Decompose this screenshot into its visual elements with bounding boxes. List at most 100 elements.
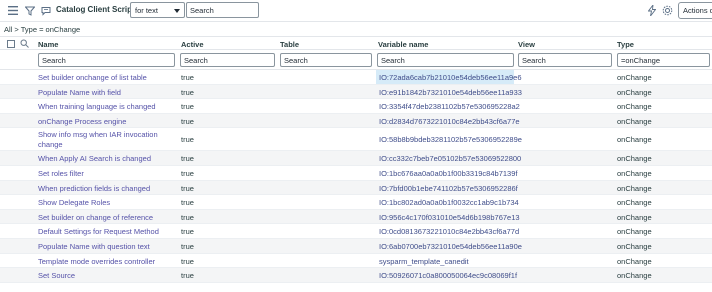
row-variable-name[interactable]: IO:d2834d7673221010c84e2bb43cf6a77e (376, 117, 523, 126)
type-filter-input[interactable]: =onChange (617, 53, 710, 67)
row-active-value: true (181, 241, 194, 251)
table-row: Set builder on change of reference true … (0, 209, 712, 225)
row-name-link[interactable]: When training language is changed (38, 102, 156, 111)
list-search-input[interactable]: Search (186, 2, 259, 18)
row-name-link[interactable]: Template mode overrides controller (38, 257, 155, 266)
column-header-table[interactable]: Table (280, 40, 299, 49)
gear-icon[interactable] (661, 4, 674, 17)
row-type-value: onChange (617, 241, 652, 251)
table-row: Populate Name with field true IO:e91b184… (0, 84, 712, 100)
column-header-name[interactable]: Name (38, 40, 58, 49)
row-name-link[interactable]: Populate Name with field (38, 88, 121, 97)
column-header-type[interactable]: Type (617, 40, 634, 49)
row-variable-name[interactable]: IO:50926071c0a800050064ec9c08069f1f (376, 271, 520, 280)
column-header-variable-name[interactable]: Variable name (378, 40, 428, 49)
table-row: onChange Process engine true IO:d2834d76… (0, 113, 712, 129)
row-variable-name[interactable]: IO:956c4c170f031010e54d6b198b767e13 (376, 213, 523, 222)
row-variable-name[interactable]: IO:e91b1842b7321010e54deb56ee11a933 (376, 88, 525, 97)
breadcrumb[interactable]: All > Type = onChange (4, 25, 80, 34)
list-toolbar: Catalog Client Scripts for text Search A… (0, 0, 712, 22)
row-variable-name[interactable]: IO:1bc676aa0a0a0b1f00b3319c84b7139f (376, 169, 520, 178)
lightning-icon[interactable] (645, 4, 658, 17)
row-variable-name[interactable]: IO:3354f47deb2381102b57e530695228a2 (376, 102, 523, 111)
row-name-link[interactable]: Set builder on change of reference (38, 213, 153, 222)
row-active-value: true (181, 87, 194, 97)
active-filter-input[interactable]: Search (180, 53, 275, 67)
row-name-link[interactable]: Set builder onchange of list table (38, 73, 147, 82)
table-row: Populate Name with question text true IO… (0, 238, 712, 254)
row-active-value: true (181, 198, 194, 208)
row-type-value: onChange (617, 73, 652, 82)
view-filter-input[interactable]: Search (518, 53, 612, 67)
search-icon[interactable] (20, 39, 29, 48)
row-variable-name[interactable]: IO:cc332c7beb7e05102b57e53069522800 (376, 154, 524, 163)
table-row: When prediction fields is changed true I… (0, 180, 712, 196)
name-filter-input[interactable]: Search (38, 53, 175, 67)
table-row: Default Settings for Request Method true… (0, 224, 712, 239)
row-active-value: true (181, 168, 194, 178)
actions-label: Actions o (683, 6, 712, 15)
column-header-active[interactable]: Active (181, 40, 204, 49)
row-type-value: onChange (617, 135, 652, 145)
list-search-placeholder: Search (190, 6, 214, 15)
comment-bubble-icon[interactable] (39, 4, 52, 17)
table-row: Template mode overrides controller true … (0, 254, 712, 269)
actions-button[interactable]: Actions o (678, 2, 712, 19)
hamburger-menu-icon[interactable] (6, 4, 19, 17)
row-active-value: true (181, 212, 194, 222)
select-all-checkbox[interactable] (7, 40, 15, 48)
row-type-value: onChange (617, 227, 652, 237)
row-name-link[interactable]: When prediction fields is changed (38, 184, 150, 193)
row-active-value: true (181, 154, 194, 164)
row-variable-name[interactable]: IO:58b8b9bdeb3281102b57e5306952289e (376, 135, 525, 144)
table-row: Show info msg when IAR invocation change… (0, 128, 712, 152)
variable-name-filter-input[interactable]: Search (377, 53, 514, 67)
row-name-link[interactable]: Show Delegate Roles (38, 198, 110, 207)
filter-icon[interactable] (23, 4, 36, 17)
table-body: Set builder onchange of list table true … (0, 70, 712, 283)
row-name-link[interactable]: onChange Process engine (38, 117, 126, 126)
table-row: Set roles filter true IO:1bc676aa0a0a0b1… (0, 166, 712, 181)
row-active-value: true (181, 116, 194, 126)
chevron-down-icon (174, 9, 180, 13)
table-filter-input[interactable]: Search (280, 53, 372, 67)
row-name-link[interactable]: Populate Name with question text (38, 242, 150, 251)
row-type-value: onChange (617, 168, 652, 178)
search-field-select[interactable]: for text (130, 2, 185, 18)
row-name-link[interactable]: Set Source (38, 271, 75, 280)
row-name-link[interactable]: When Apply AI Search is changed (38, 154, 151, 163)
row-active-value: true (181, 271, 194, 281)
row-type-value: onChange (617, 212, 652, 222)
row-name-link[interactable]: Default Settings for Request Method (38, 227, 159, 236)
row-active-value: true (181, 256, 194, 266)
row-variable-name[interactable]: IO:72ada6cab7b21010e54deb56ee11a9e6 (376, 70, 522, 84)
column-header-view[interactable]: View (518, 40, 535, 49)
table-row: Set builder onchange of list table true … (0, 70, 712, 85)
row-active-value: true (181, 135, 194, 145)
table-row: Show Delegate Roles true IO:1bc802ad0a0a… (0, 195, 712, 210)
row-variable-name[interactable]: IO:6ab0700eb7321010e54deb56ee11a90e (376, 242, 525, 251)
search-field-selected-value: for text (135, 6, 158, 15)
table-row: When training language is changed true I… (0, 99, 712, 114)
table-row: When Apply AI Search is changed true IO:… (0, 151, 712, 166)
row-type-value: onChange (617, 183, 652, 193)
row-variable-name[interactable]: IO:0cd0813673221010c84e2bb43cf6a77d (376, 227, 522, 236)
column-filter-row: Search Search Search Search Search =onCh… (0, 51, 712, 70)
row-type-value: onChange (617, 256, 652, 266)
row-type-value: onChange (617, 87, 652, 97)
row-variable-name[interactable]: IO:7bfd00b1ebe741102b57e5306952286f (376, 184, 521, 193)
row-variable-name[interactable]: sysparm_template_canedit (376, 257, 472, 266)
row-active-value: true (181, 227, 194, 237)
row-type-value: onChange (617, 271, 652, 281)
row-active-value: true (181, 73, 194, 82)
row-type-value: onChange (617, 154, 652, 164)
row-active-value: true (181, 102, 194, 112)
table-header-row: Name Active Table Variable name View Typ… (0, 36, 712, 50)
row-name-link[interactable]: Show info msg when IAR invocation change (38, 130, 173, 149)
row-variable-name[interactable]: IO:1bc802ad0a0a0b1f0032cc1ab9c1b734 (376, 198, 522, 207)
table-row: Set Source true IO:50926071c0a800050064e… (0, 268, 712, 283)
row-type-value: onChange (617, 116, 652, 126)
row-name-link[interactable]: Set roles filter (38, 169, 84, 178)
list-title: Catalog Client Scripts (56, 5, 140, 14)
row-type-value: onChange (617, 198, 652, 208)
